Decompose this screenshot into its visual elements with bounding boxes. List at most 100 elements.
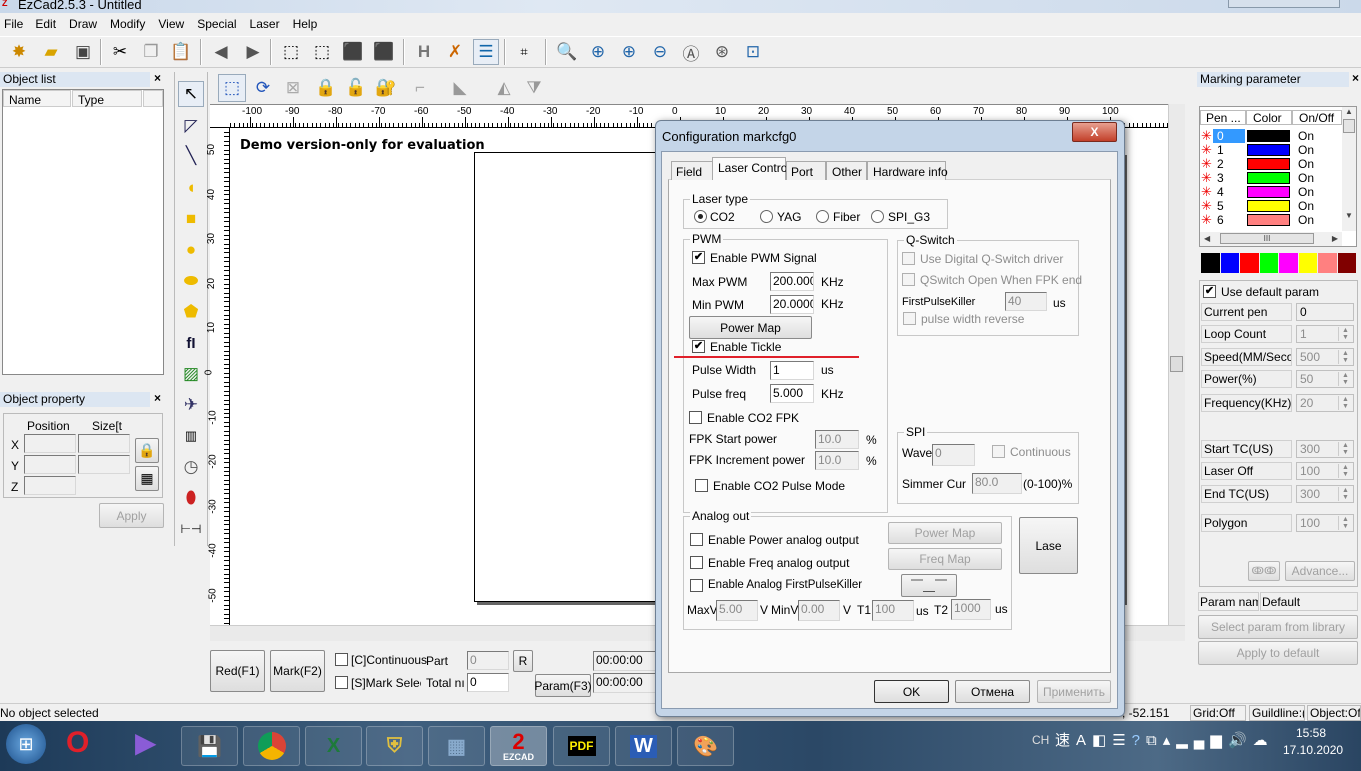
paste-icon[interactable]: 📋 xyxy=(168,39,194,65)
select-rotate-icon[interactable]: ⟳ xyxy=(249,74,277,102)
object-list-table[interactable] xyxy=(2,89,164,375)
language-indicator[interactable]: CH xyxy=(1032,733,1049,747)
node-pointer-icon[interactable]: ◸ xyxy=(178,113,204,139)
wobble-button[interactable]: ↂↂ xyxy=(1248,561,1280,581)
analog-power-map-button[interactable]: Power Map xyxy=(888,522,1002,544)
size-y-input[interactable] xyxy=(78,455,130,474)
output-port-icon[interactable]: ⊢⊣ xyxy=(178,516,204,542)
apply-to-default-button[interactable]: Apply to default xyxy=(1198,641,1358,665)
param-value-input[interactable]: 100 ▲ ▼ xyxy=(1296,514,1354,532)
radio-yag[interactable] xyxy=(760,210,773,223)
radio-co2-label[interactable]: CO2 xyxy=(710,210,735,224)
clock-date[interactable]: 17.10.2020 xyxy=(1283,743,1343,757)
use-default-param-checkbox[interactable]: ✔ xyxy=(1203,285,1216,298)
open-folder-icon[interactable]: ▰ xyxy=(38,39,64,65)
part-input[interactable]: 0 xyxy=(467,651,509,670)
radio-co2[interactable] xyxy=(694,210,707,223)
object-list-close-icon[interactable]: × xyxy=(154,71,161,85)
color-swatch[interactable] xyxy=(1298,253,1317,273)
enable-co2-fpk-label[interactable]: Enable CO2 FPK xyxy=(707,411,799,425)
pen-table-vscroll[interactable]: ▲ ▼ xyxy=(1342,107,1356,231)
max-pwm-input[interactable]: 200.000 xyxy=(770,272,814,291)
advance-button[interactable]: Advance... xyxy=(1285,561,1355,581)
position-y-input[interactable] xyxy=(24,455,76,474)
spin-arrows-icon[interactable]: ▲ ▼ xyxy=(1338,372,1352,386)
barcode-icon[interactable]: ▥ xyxy=(178,423,204,449)
tab-laser-control[interactable]: Laser Contro xyxy=(712,157,787,180)
rectangle-icon[interactable]: ■ xyxy=(178,206,204,232)
bitmap-icon[interactable]: ▨ xyxy=(178,361,204,387)
contrast-icon[interactable]: ◧ xyxy=(1092,732,1112,749)
lase-button[interactable]: Lase xyxy=(1019,517,1078,574)
param-value-input[interactable]: 500 ▲ ▼ xyxy=(1296,348,1354,366)
zoom-selected-icon[interactable]: ⊛ xyxy=(709,39,735,65)
apply-button[interactable]: Применить xyxy=(1037,680,1111,703)
param-value-input[interactable]: 300 ▲ ▼ xyxy=(1296,485,1354,503)
pen-state[interactable]: On xyxy=(1298,199,1314,213)
visual-studio-icon[interactable]: ▶ xyxy=(135,726,157,759)
ellipse-icon[interactable]: ⬬ xyxy=(178,268,204,294)
mark-select-checkbox[interactable] xyxy=(335,676,348,689)
spin-arrows-icon[interactable]: ▲ ▼ xyxy=(1338,350,1352,364)
color-swatch[interactable] xyxy=(1240,253,1259,273)
use-default-param-label[interactable]: Use default param xyxy=(1221,285,1319,299)
pulse-freq-input[interactable]: 5.000 xyxy=(770,384,814,403)
ok-button[interactable]: OK xyxy=(874,680,949,703)
node-add-icon[interactable]: ⬛ xyxy=(340,39,366,65)
menu-draw[interactable]: Draw xyxy=(63,14,104,34)
pen-color[interactable] xyxy=(1247,158,1290,170)
pen-state[interactable]: On xyxy=(1298,143,1314,157)
vector-file-icon[interactable]: ✈ xyxy=(178,392,204,418)
line-icon[interactable]: ╲ xyxy=(178,143,204,169)
text-icon[interactable]: fI xyxy=(178,330,204,356)
list-view-icon[interactable]: ☰ xyxy=(473,39,499,65)
tab-field[interactable]: Field xyxy=(671,161,714,180)
column-name[interactable]: Name xyxy=(3,90,71,107)
unlock-object-icon[interactable]: 🔓 xyxy=(342,74,370,102)
enable-co2-pulse-mode-checkbox[interactable] xyxy=(695,479,708,492)
spin-arrows-icon[interactable]: ▲ ▼ xyxy=(1338,487,1352,501)
taskbar-ezcad[interactable]: 2 EZCAD xyxy=(490,726,547,766)
radio-spi-g3-label[interactable]: SPI_G3 xyxy=(888,210,930,224)
tab-port[interactable]: Port xyxy=(786,161,826,180)
taskbar-floppy[interactable]: 💾 xyxy=(181,726,238,766)
window-controls[interactable] xyxy=(1228,0,1340,8)
column-pen[interactable]: Pen ... xyxy=(1200,110,1246,125)
param-value-input[interactable]: 300 ▲ ▼ xyxy=(1296,440,1354,458)
taskbar-pdf[interactable]: PDF xyxy=(553,726,610,766)
t1-input[interactable]: 100 xyxy=(872,600,914,621)
menu-edit[interactable]: Edit xyxy=(29,14,63,34)
continuous-spi-checkbox[interactable] xyxy=(992,445,1005,458)
spin-arrows-icon[interactable]: ▲ ▼ xyxy=(1338,327,1352,341)
red-button[interactable]: Red(F1) xyxy=(210,650,265,692)
spin-arrows-icon[interactable]: ▲ ▼ xyxy=(1338,442,1352,456)
digital-qswitch-checkbox[interactable] xyxy=(902,252,915,265)
pulse-width-reverse-label[interactable]: pulse width reverse xyxy=(921,312,1024,326)
copy-icon[interactable]: ❐ xyxy=(138,39,164,65)
fpk-start-power-input[interactable]: 10.0 xyxy=(815,430,859,449)
spin-arrows-icon[interactable]: ▲ ▼ xyxy=(1338,396,1352,410)
hatch-icon[interactable]: H xyxy=(411,39,437,65)
select-all-icon[interactable]: ⬚ xyxy=(218,74,246,102)
pen-row[interactable]: ✳ 0 On xyxy=(1200,129,1342,143)
pen-state[interactable]: On xyxy=(1298,129,1314,143)
pen-row[interactable]: ✳ 3 On xyxy=(1200,171,1342,185)
pen-color[interactable] xyxy=(1247,130,1290,142)
unlock-all-icon[interactable]: 🔐 xyxy=(372,74,400,102)
pen-table-hscroll[interactable]: ◀ III ▶ xyxy=(1200,232,1342,246)
pen-row[interactable]: ✳ 4 On xyxy=(1200,185,1342,199)
pen-color[interactable] xyxy=(1247,186,1290,198)
param-value-input[interactable]: 50 ▲ ▼ xyxy=(1296,370,1354,388)
freq-analog-label[interactable]: Enable Freq analog output xyxy=(708,556,849,570)
menu-help[interactable]: Help xyxy=(287,14,325,34)
pulse-width-reverse-checkbox[interactable] xyxy=(903,312,916,325)
pen-color[interactable] xyxy=(1247,144,1290,156)
undo-icon[interactable]: ◀ xyxy=(208,39,234,65)
zoom-page-icon[interactable]: ⊡ xyxy=(740,39,766,65)
freq-analog-checkbox[interactable] xyxy=(690,556,703,569)
node-edit-icon[interactable]: ⬚ xyxy=(278,39,304,65)
list-cursor-icon[interactable]: ☰ xyxy=(1112,732,1131,749)
pen-color[interactable] xyxy=(1247,172,1290,184)
radio-yag-label[interactable]: YAG xyxy=(777,210,801,224)
pen-state[interactable]: On xyxy=(1298,185,1314,199)
